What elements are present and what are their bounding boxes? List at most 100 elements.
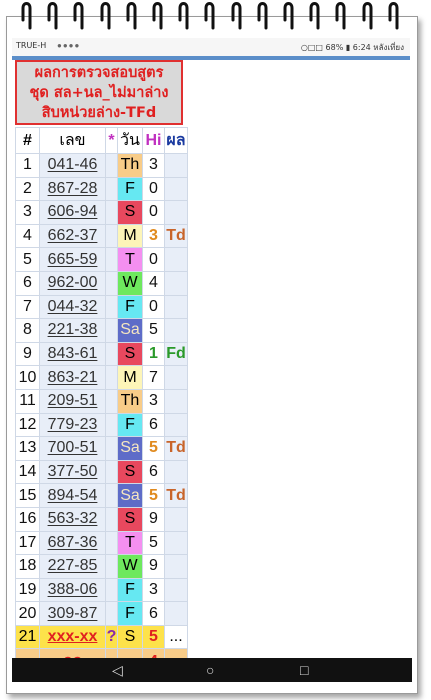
row-hi: 3 [142, 153, 165, 178]
table-row: 10 863-21 M 7 [15, 365, 188, 390]
row-hi: 9 [142, 506, 165, 532]
row-result [164, 412, 188, 438]
row-number[interactable]: 662-37 [39, 223, 106, 249]
row-result [164, 577, 188, 603]
row-star [105, 601, 118, 626]
row-no: 13 [15, 436, 40, 461]
row-result [164, 318, 188, 343]
header-hi: Hi [142, 127, 165, 154]
row-hi: 1 [142, 341, 165, 367]
row-number[interactable]: 687-36 [39, 530, 106, 556]
row-result [164, 388, 188, 414]
row-number[interactable]: 665-59 [39, 247, 106, 272]
page-title: ผลการตรวจสอบสูตร ชุด สล+นล_ไม่มาล่าง สิบ… [15, 60, 183, 125]
header-result: ผล [164, 127, 188, 154]
row-star [105, 554, 118, 579]
row-no: 7 [15, 294, 40, 320]
row-result: Td [164, 483, 188, 508]
row-number[interactable]: 563-32 [39, 506, 106, 532]
row-day: F [117, 412, 143, 438]
row-number[interactable]: 863-21 [39, 365, 106, 390]
row-hi: 4 [142, 270, 165, 296]
row-hi: 6 [142, 459, 165, 485]
table-row: 13 700-51 Sa 5 Td [15, 436, 188, 461]
row-number[interactable]: 894-54 [39, 483, 106, 508]
row-result [164, 247, 188, 272]
row-number[interactable]: 221-38 [39, 318, 106, 343]
row-number[interactable]: 041-46 [39, 153, 106, 178]
row-star [105, 577, 118, 603]
table-row: 3 606-94 S 0 [15, 200, 188, 225]
spiral-ring [125, 0, 139, 30]
spiral-ring [20, 0, 34, 30]
row-no: 6 [15, 270, 40, 296]
row-number[interactable]: 867-28 [39, 176, 106, 202]
row-no: 19 [15, 577, 40, 603]
row-number[interactable]: 962-00 [39, 270, 106, 296]
spiral-ring [387, 0, 401, 30]
row-day: F [117, 294, 143, 320]
row-hi: 6 [142, 412, 165, 438]
row-no: 14 [15, 459, 40, 485]
row-hi: 0 [142, 176, 165, 202]
row-number[interactable]: 700-51 [39, 436, 106, 461]
row-star [105, 200, 118, 225]
spiral-ring [256, 0, 270, 30]
spiral-ring [151, 0, 165, 30]
title-line-2: ชุด สล+นล_ไม่มาล่าง [29, 85, 169, 101]
row-hi: 9 [142, 554, 165, 579]
table-row: 8 221-38 Sa 5 [15, 318, 188, 343]
table-row: 20 309-87 F 6 [15, 601, 188, 626]
spiral-ring [334, 0, 348, 30]
row-number[interactable]: 044-32 [39, 294, 106, 320]
row-number[interactable]: 227-85 [39, 554, 106, 579]
row-no: 2 [15, 176, 40, 202]
row-hi: 0 [142, 294, 165, 320]
row-star [105, 530, 118, 556]
home-icon[interactable]: ○ [206, 662, 214, 678]
row-star [105, 247, 118, 272]
row-number: xxx-xx [39, 624, 106, 650]
row-star: ? [105, 624, 118, 650]
header-number: เลข [39, 127, 106, 154]
row-no: 8 [15, 318, 40, 343]
row-number[interactable]: 388-06 [39, 577, 106, 603]
row-day: Th [117, 388, 143, 414]
row-star [105, 436, 118, 461]
spiral-ring [46, 0, 60, 30]
spiral-binding [20, 0, 412, 34]
header-no: # [15, 127, 40, 154]
row-day: S [117, 624, 143, 650]
row-number[interactable]: 779-23 [39, 412, 106, 438]
row-number[interactable]: 209-51 [39, 388, 106, 414]
recent-apps-icon[interactable]: □ [300, 662, 308, 678]
back-icon[interactable]: ◁ [112, 662, 123, 679]
row-day: Sa [117, 483, 143, 508]
notification-icons: ●●●● [57, 41, 81, 50]
row-result: Fd [164, 341, 188, 367]
spiral-ring [99, 0, 113, 30]
row-result [164, 153, 188, 178]
row-day: F [117, 601, 143, 626]
table-header: # เลข * วัน Hi ผล [15, 127, 188, 154]
row-number[interactable]: 606-94 [39, 200, 106, 225]
row-hi: 0 [142, 247, 165, 272]
row-day: S [117, 459, 143, 485]
row-star [105, 223, 118, 249]
row-no: 21 [15, 624, 40, 650]
row-number[interactable]: 377-50 [39, 459, 106, 485]
row-result: Td [164, 436, 188, 461]
row-number[interactable]: 843-61 [39, 341, 106, 367]
row-day: Sa [117, 318, 143, 343]
row-hi: 6 [142, 601, 165, 626]
row-number[interactable]: 309-87 [39, 601, 106, 626]
table-row: 6 962-00 W 4 [15, 270, 188, 296]
row-day: T [117, 247, 143, 272]
row-hi: 5 [142, 624, 165, 650]
row-star [105, 294, 118, 320]
row-day: W [117, 270, 143, 296]
row-day: F [117, 176, 143, 202]
table-row: 12 779-23 F 6 [15, 412, 188, 438]
row-result: Td [164, 223, 188, 249]
row-day: M [117, 365, 143, 390]
